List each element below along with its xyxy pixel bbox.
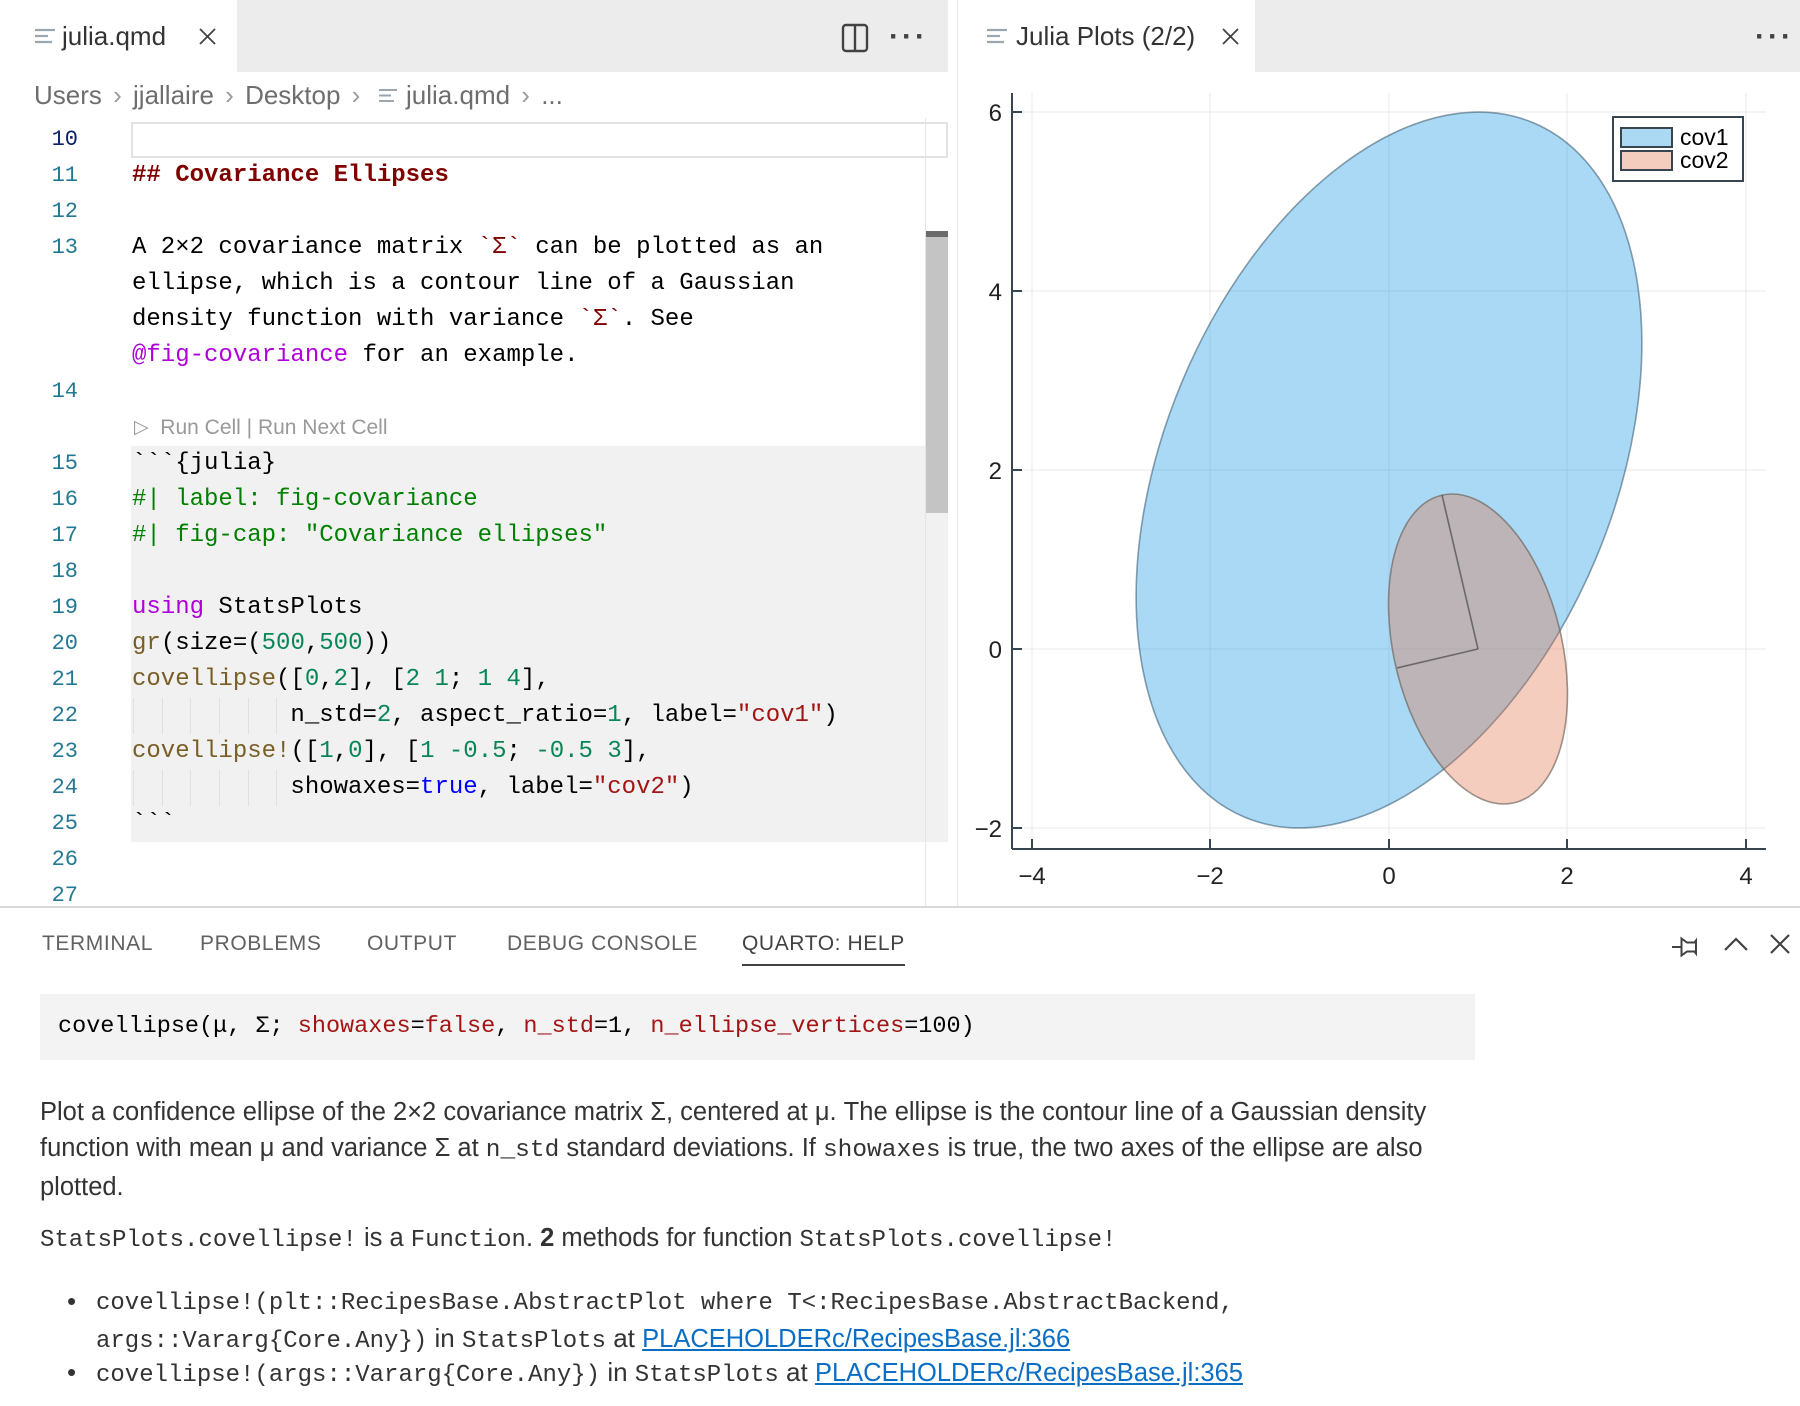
svg-text:−2: −2 bbox=[1196, 863, 1223, 890]
svg-text:2: 2 bbox=[1560, 863, 1573, 890]
svg-text:0: 0 bbox=[1382, 863, 1395, 890]
svg-text:cov2: cov2 bbox=[1680, 147, 1729, 173]
svg-text:−4: −4 bbox=[1018, 863, 1045, 890]
svg-text:0: 0 bbox=[989, 637, 1002, 664]
svg-text:6: 6 bbox=[989, 100, 1002, 127]
svg-text:4: 4 bbox=[1739, 863, 1752, 890]
svg-text:4: 4 bbox=[989, 279, 1002, 306]
svg-text:2: 2 bbox=[989, 458, 1002, 485]
svg-text:−2: −2 bbox=[975, 816, 1002, 843]
